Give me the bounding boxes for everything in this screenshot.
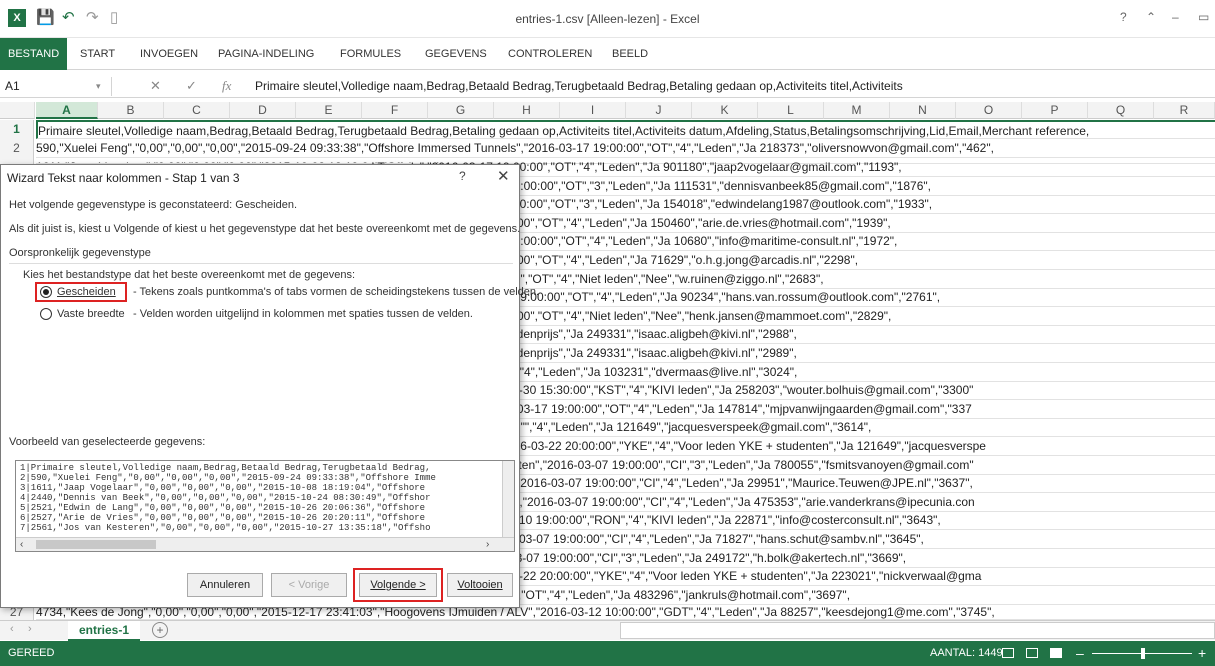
- column-header[interactable]: L: [758, 102, 824, 119]
- column-header[interactable]: K: [692, 102, 758, 119]
- tab-invoegen[interactable]: INVOEGEN: [140, 48, 198, 60]
- formula-bar: A1 ▾ ✕ ✓ fx Primaire sleutel,Volledige n…: [0, 76, 1215, 98]
- column-header[interactable]: O: [956, 102, 1022, 119]
- normal-view-icon[interactable]: [1002, 648, 1014, 658]
- page-layout-icon[interactable]: [1026, 648, 1038, 658]
- preview-row: 1|Primaire sleutel,Volledige naam,Bedrag…: [20, 463, 431, 473]
- tab-bestand[interactable]: BESTAND: [0, 38, 68, 70]
- dialog-help-button[interactable]: ?: [459, 169, 466, 183]
- column-header[interactable]: M: [824, 102, 890, 119]
- previous-button[interactable]: < Vorige: [271, 573, 347, 597]
- preview-row: 3|1611,"Jaap Vogelaar","0,00","0,00","0,…: [20, 483, 426, 493]
- column-header[interactable]: G: [428, 102, 494, 119]
- tab-formules[interactable]: FORMULES: [340, 48, 401, 60]
- column-header[interactable]: E: [296, 102, 362, 119]
- status-bar: GEREED AANTAL: 1449 – +: [0, 641, 1215, 666]
- horizontal-scrollbar[interactable]: ‹ ›: [16, 537, 514, 551]
- status-ready: GEREED: [8, 647, 55, 659]
- column-header[interactable]: B: [98, 102, 164, 119]
- preview-row: 5|2521,"Edwin de Lang","0,00","0,00","0,…: [20, 503, 426, 513]
- chevron-right-icon[interactable]: ›: [28, 623, 32, 635]
- formula-input[interactable]: Primaire sleutel,Volledige naam,Bedrag,B…: [255, 79, 903, 93]
- page-break-icon[interactable]: [1050, 648, 1062, 658]
- radio-vaste-breedte[interactable]: [40, 308, 52, 320]
- ribbon-tabs: BESTAND START INVOEGEN PAGINA-INDELING F…: [0, 38, 1215, 70]
- window-title: entries-1.csv [Alleen-lezen] - Excel: [515, 12, 700, 26]
- function-icon[interactable]: fx: [222, 78, 231, 94]
- sheet-tab[interactable]: entries-1: [68, 621, 140, 641]
- preview-row: 4|2440,"Dennis van Beek","0,00","0,00","…: [20, 493, 431, 503]
- preview-box[interactable]: 1|Primaire sleutel,Volledige naam,Bedrag…: [15, 460, 515, 552]
- title-bar: X 💾 ↶ ↷ ▯ entries-1.csv [Alleen-lezen] -…: [0, 0, 1215, 38]
- radio-vaste-breedte-label[interactable]: Vaste breedte: [57, 308, 125, 320]
- column-header[interactable]: N: [890, 102, 956, 119]
- tab-pagina-indeling[interactable]: PAGINA-INDELING: [218, 48, 314, 60]
- divider: [9, 263, 513, 264]
- column-header[interactable]: I: [560, 102, 626, 119]
- enter-icon[interactable]: ✓: [186, 78, 197, 94]
- row-header[interactable]: 2: [0, 139, 34, 158]
- column-header[interactable]: P: [1022, 102, 1088, 119]
- chevron-left-icon[interactable]: ‹: [10, 623, 14, 635]
- preview-row: 2|590,"Xuelei Feng","0,00","0,00","0,00"…: [20, 473, 436, 483]
- cancel-button[interactable]: Annuleren: [187, 573, 263, 597]
- status-count: AANTAL: 1449: [930, 647, 1003, 659]
- radio-gescheiden-desc: - Tekens zoals puntkomma's of tabs vorme…: [133, 286, 540, 298]
- radio-gescheiden-label[interactable]: Gescheiden: [57, 286, 116, 298]
- radio-vaste-breedte-desc: - Velden worden uitgelijnd in kolommen m…: [133, 308, 473, 320]
- column-header[interactable]: F: [362, 102, 428, 119]
- radio-gescheiden[interactable]: [40, 286, 52, 298]
- column-header[interactable]: R: [1154, 102, 1215, 119]
- preview-row: 6|2527,"Arie de Vries","0,00","0,00","0,…: [20, 513, 426, 523]
- minimize-button[interactable]: –: [1172, 10, 1179, 24]
- column-header[interactable]: A: [36, 102, 98, 119]
- zoom-in-icon[interactable]: +: [1198, 641, 1206, 666]
- zoom-out-icon[interactable]: –: [1076, 641, 1084, 666]
- column-header[interactable]: H: [494, 102, 560, 119]
- tab-gegevens[interactable]: GEGEVENS: [425, 48, 487, 60]
- horizontal-scrollbar[interactable]: [620, 622, 1215, 639]
- chevron-down-icon[interactable]: ▾: [96, 81, 101, 92]
- table-row[interactable]: Primaire sleutel,Volledige naam,Bedrag,B…: [36, 120, 1215, 139]
- next-button[interactable]: Volgende >: [359, 573, 437, 597]
- tab-controleren[interactable]: CONTROLEREN: [508, 48, 592, 60]
- column-header[interactable]: D: [230, 102, 296, 119]
- group-label: Oorspronkelijk gegevenstype: [9, 247, 151, 259]
- instruction-text: Als dit juist is, kiest u Volgende of ki…: [9, 223, 521, 235]
- tab-beeld[interactable]: BEELD: [612, 48, 648, 60]
- close-icon[interactable]: ✕: [497, 167, 510, 185]
- finish-button[interactable]: Voltooien: [447, 573, 513, 597]
- column-header[interactable]: C: [164, 102, 230, 119]
- help-button[interactable]: ?: [1120, 10, 1127, 24]
- detected-type-text: Het volgende gegevenstype is geconstatee…: [9, 199, 298, 211]
- zoom-handle[interactable]: [1141, 648, 1145, 659]
- cancel-icon[interactable]: ✕: [150, 78, 161, 94]
- preview-label: Voorbeeld van geselecteerde gegevens:: [9, 436, 206, 448]
- scroll-thumb[interactable]: [36, 540, 156, 549]
- maximize-button[interactable]: ▭: [1198, 10, 1209, 24]
- choose-type-label: Kies het bestandstype dat het beste over…: [23, 269, 356, 281]
- tab-start[interactable]: START: [80, 48, 115, 60]
- chevron-right-icon[interactable]: ›: [486, 539, 489, 550]
- vertical-scrollbar[interactable]: [502, 461, 514, 537]
- row-header[interactable]: 1: [0, 120, 34, 139]
- dialog-title: Wizard Tekst naar kolommen - Stap 1 van …: [7, 171, 240, 185]
- column-header[interactable]: Q: [1088, 102, 1154, 119]
- text-to-columns-dialog: Wizard Tekst naar kolommen - Stap 1 van …: [0, 164, 539, 608]
- preview-row: 7|2561,"Jos van Kesteren","0,00","0,00",…: [20, 523, 431, 533]
- sheet-tabs-bar: ‹ › entries-1 +: [0, 620, 1215, 641]
- add-sheet-icon[interactable]: +: [152, 622, 168, 638]
- table-row[interactable]: 590,"Xuelei Feng","0,00","0,00","0,00","…: [36, 139, 1215, 158]
- ribbon-display-button[interactable]: ⌃: [1146, 10, 1156, 24]
- column-header[interactable]: J: [626, 102, 692, 119]
- chevron-left-icon[interactable]: ‹: [20, 539, 23, 550]
- select-all-corner[interactable]: [0, 102, 35, 119]
